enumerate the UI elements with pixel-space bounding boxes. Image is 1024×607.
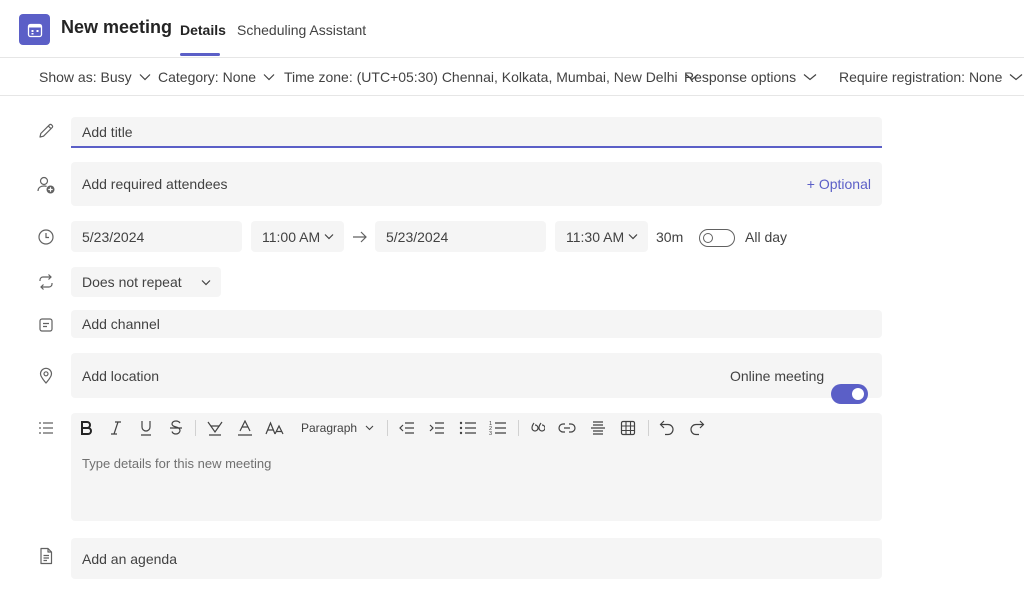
time-zone-dropdown[interactable]: Time zone: (UTC+05:30) Chennai, Kolkata,… — [284, 69, 699, 85]
channel-input[interactable]: Add channel — [71, 310, 882, 338]
tab-scheduling-assistant[interactable]: Scheduling Assistant — [237, 22, 366, 38]
toggle-knob — [703, 233, 713, 243]
online-meeting-label: Online meeting — [730, 368, 825, 384]
show-as-dropdown[interactable]: Show as: Busy — [39, 69, 151, 85]
details-list-icon — [36, 418, 56, 438]
chevron-down-icon — [201, 279, 211, 285]
font-size-icon[interactable] — [264, 418, 286, 438]
arrow-right-icon — [352, 230, 368, 244]
italic-icon[interactable] — [107, 418, 125, 438]
tab-details[interactable]: Details — [180, 22, 226, 38]
require-registration-label: Require registration: None — [839, 69, 1003, 85]
start-date-value: 5/23/2024 — [82, 228, 145, 245]
toolbar-separator — [387, 420, 388, 436]
all-day-toggle[interactable] — [699, 229, 735, 247]
online-meeting-toggle[interactable] — [831, 384, 868, 404]
duration-label: 30m — [656, 229, 684, 245]
paragraph-dropdown[interactable]: Paragraph — [301, 418, 376, 438]
chevron-down-icon — [263, 74, 275, 81]
paragraph-label: Paragraph — [301, 421, 358, 435]
numbered-list-icon[interactable]: 123 — [488, 418, 508, 438]
location-pin-icon — [36, 366, 56, 386]
undo-icon[interactable] — [657, 418, 677, 438]
channel-icon — [36, 315, 56, 335]
optional-attendees-link[interactable]: + Optional — [807, 176, 871, 192]
agenda-icon — [36, 546, 56, 566]
end-time-dropdown[interactable]: 11:30 AM — [555, 221, 648, 252]
horizontal-rule-icon[interactable] — [588, 418, 608, 438]
add-person-icon — [36, 175, 56, 195]
highlight-icon[interactable] — [205, 418, 225, 438]
bulleted-list-icon[interactable] — [458, 418, 478, 438]
time-zone-label: Time zone: (UTC+05:30) Chennai, Kolkata,… — [284, 69, 678, 85]
repeat-dropdown[interactable]: Does not repeat — [71, 267, 221, 297]
attendees-placeholder: Add required attendees — [82, 176, 228, 192]
chevron-down-icon — [324, 234, 334, 240]
title-placeholder: Add title — [82, 123, 133, 140]
start-time-value: 11:00 AM — [262, 228, 321, 245]
agenda-input[interactable]: Add an agenda — [71, 538, 882, 579]
require-registration-dropdown[interactable]: Require registration: None — [839, 69, 1023, 85]
decrease-indent-icon[interactable] — [397, 418, 417, 438]
category-label: Category: None — [158, 69, 257, 85]
all-day-label: All day — [745, 229, 788, 245]
chevron-down-icon — [803, 74, 817, 81]
svg-text:3: 3 — [489, 431, 492, 436]
header-divider — [0, 57, 1024, 58]
options-divider — [0, 95, 1024, 96]
response-options-dropdown[interactable]: Response options — [684, 69, 817, 85]
attendees-input[interactable]: Add required attendees + Optional — [71, 162, 882, 206]
calendar-app-icon — [19, 14, 50, 45]
channel-placeholder: Add channel — [82, 316, 160, 332]
details-placeholder: Type details for this new meeting — [82, 456, 272, 471]
start-date-picker[interactable]: 5/23/2024 — [71, 221, 242, 252]
calendar-icon — [27, 23, 42, 37]
show-as-label: Show as: Busy — [39, 69, 132, 85]
chevron-down-icon — [365, 425, 374, 431]
pencil-icon — [36, 121, 56, 141]
active-tab-indicator — [180, 53, 220, 56]
end-date-value: 5/23/2024 — [386, 228, 449, 245]
end-time-value: 11:30 AM — [566, 228, 625, 245]
page-title: New meeting — [61, 17, 173, 37]
toggle-knob — [852, 388, 864, 400]
strikethrough-icon[interactable] — [167, 418, 185, 438]
redo-icon[interactable] — [687, 418, 707, 438]
category-dropdown[interactable]: Category: None — [158, 69, 275, 85]
quote-icon[interactable] — [528, 418, 548, 438]
location-placeholder: Add location — [82, 367, 160, 384]
toolbar-separator — [195, 420, 196, 436]
start-time-dropdown[interactable]: 11:00 AM — [251, 221, 344, 252]
clock-icon — [36, 227, 56, 247]
font-color-icon[interactable] — [235, 418, 255, 438]
agenda-placeholder: Add an agenda — [82, 550, 177, 567]
repeat-value: Does not repeat — [82, 274, 182, 290]
toolbar-separator — [518, 420, 519, 436]
end-date-picker[interactable]: 5/23/2024 — [375, 221, 546, 252]
response-options-label: Response options — [684, 69, 797, 85]
toolbar-separator — [648, 420, 649, 436]
increase-indent-icon[interactable] — [427, 418, 447, 438]
link-icon[interactable] — [557, 418, 577, 438]
table-icon[interactable] — [618, 418, 638, 438]
chevron-down-icon — [139, 74, 151, 81]
title-input[interactable]: Add title — [71, 117, 882, 148]
chevron-down-icon — [628, 234, 638, 240]
chevron-down-icon — [1010, 74, 1023, 81]
underline-icon[interactable] — [137, 418, 155, 438]
repeat-icon — [36, 272, 56, 292]
bold-icon[interactable] — [77, 418, 95, 438]
